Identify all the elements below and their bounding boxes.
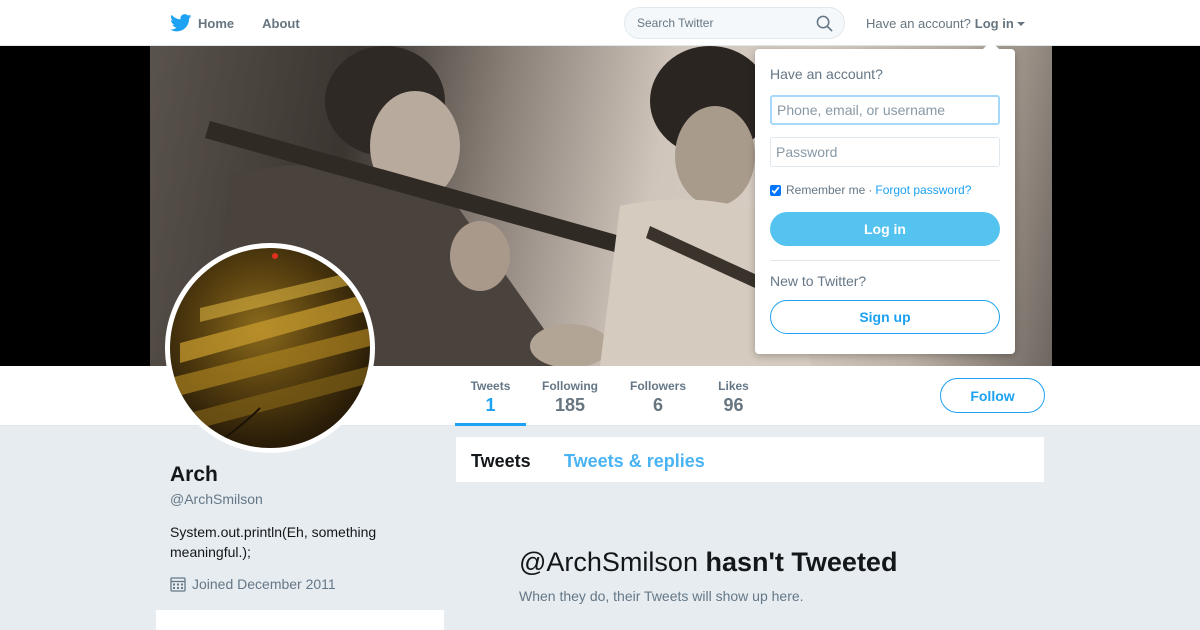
login-link-label: Log in: [974, 16, 1014, 31]
stat-value: 96: [723, 395, 744, 415]
password-field[interactable]: [770, 137, 1000, 167]
stat-following[interactable]: Following 185: [536, 366, 604, 426]
nav-left: Home About: [170, 0, 328, 46]
profile-handle[interactable]: @ArchSmilson: [170, 491, 263, 507]
joined-text: Joined December 2011: [192, 576, 336, 592]
have-account-area: Have an account? Log in: [866, 16, 1025, 31]
login-menu-toggle[interactable]: Log in: [975, 16, 1025, 31]
twitter-bird-icon: [170, 14, 192, 32]
tab-tweets-replies[interactable]: Tweets & replies: [564, 451, 705, 472]
dropdown-title: Have an account?: [770, 66, 883, 82]
empty-handle: @ArchSmilson: [519, 547, 698, 577]
home-link[interactable]: Home: [170, 14, 234, 32]
have-account-text: Have an account?: [866, 16, 971, 31]
tab-tweets[interactable]: Tweets: [471, 451, 531, 472]
remember-checkbox[interactable]: [770, 184, 781, 196]
about-link[interactable]: About: [262, 16, 300, 31]
login-dropdown: Have an account? Remember me · Forgot pa…: [755, 41, 1015, 354]
stat-value: 1: [485, 395, 496, 415]
stat-label: Likes: [718, 379, 749, 393]
remember-row: Remember me · Forgot password?: [770, 183, 971, 197]
search-box: [624, 7, 845, 39]
stat-likes[interactable]: Likes 96: [712, 366, 755, 426]
profile-joined: Joined December 2011: [170, 576, 336, 592]
stat-value: 6: [652, 395, 663, 415]
top-nav: Home About Have an account? Log in: [0, 0, 1200, 46]
remember-label[interactable]: Remember me: [786, 183, 865, 197]
empty-title-rest: hasn't Tweeted: [705, 547, 898, 577]
new-to-twitter-text: New to Twitter?: [770, 273, 867, 289]
avatar-photo-art: [170, 253, 370, 448]
avatar[interactable]: [165, 243, 375, 453]
forgot-password-link[interactable]: Forgot password?: [875, 183, 971, 197]
timeline-tabs: Tweets Tweets & replies: [456, 437, 1044, 482]
search-input[interactable]: [637, 16, 807, 30]
sidebar-card: [156, 610, 444, 630]
home-label: Home: [198, 15, 235, 31]
follow-button[interactable]: Follow: [940, 378, 1045, 413]
profile-name[interactable]: Arch: [170, 463, 218, 487]
stat-label: Followers: [629, 379, 686, 393]
stat-tweets[interactable]: Tweets 1: [455, 366, 526, 426]
profile-bio: System.out.println(Eh, something meaning…: [170, 524, 377, 560]
login-button[interactable]: Log in: [770, 212, 1000, 246]
stat-followers[interactable]: Followers 6: [624, 366, 692, 426]
empty-timeline-subtitle: When they do, their Tweets will show up …: [519, 588, 804, 604]
caret-down-icon: [1016, 21, 1025, 26]
search-icon[interactable]: [816, 15, 833, 32]
calendar-icon: [170, 577, 186, 592]
stat-value: 185: [554, 395, 586, 415]
stat-label: Tweets: [470, 379, 511, 393]
dropdown-divider: [770, 260, 1000, 261]
remember-separator: ·: [868, 183, 873, 197]
avatar-image: [170, 248, 370, 448]
signup-button[interactable]: Sign up: [770, 300, 1000, 334]
username-field[interactable]: [770, 95, 1000, 125]
empty-timeline-title: @ArchSmilson hasn't Tweeted: [519, 547, 897, 578]
stat-label: Following: [542, 379, 598, 393]
